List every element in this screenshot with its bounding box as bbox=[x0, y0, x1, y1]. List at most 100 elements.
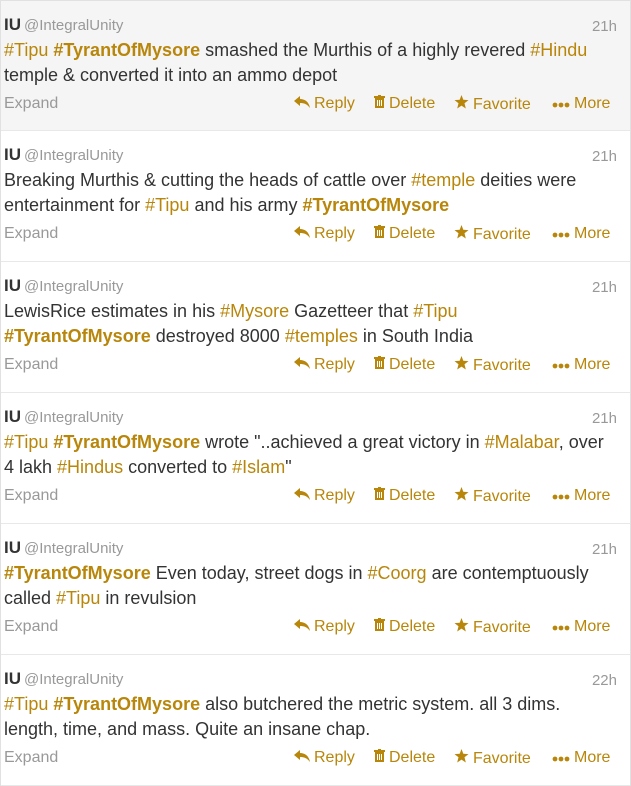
tweet-timestamp[interactable]: 21h bbox=[592, 410, 617, 427]
expand-link[interactable]: Expand bbox=[4, 225, 58, 243]
reply-button[interactable]: Reply bbox=[294, 356, 355, 374]
more-button[interactable]: More bbox=[552, 487, 610, 505]
author-handle[interactable]: @IntegralUnity bbox=[24, 409, 123, 426]
hashtag-link[interactable]: #temples bbox=[285, 326, 358, 346]
favorite-button[interactable]: Favorite bbox=[454, 487, 531, 506]
expand-link[interactable]: Expand bbox=[4, 487, 58, 505]
tweet-text-segment: wrote "..achieved a great victory in bbox=[200, 432, 485, 452]
author-handle[interactable]: @IntegralUnity bbox=[24, 671, 123, 688]
tweet-header: IU @IntegralUnity bbox=[4, 145, 123, 167]
tweet-timestamp[interactable]: 21h bbox=[592, 148, 617, 165]
hashtag-link[interactable]: #Tipu bbox=[56, 588, 100, 608]
author-name[interactable]: IU bbox=[4, 15, 21, 34]
tweet-item[interactable]: IU @IntegralUnity 21h #TyrantOfMysore Even … bbox=[1, 524, 630, 655]
hashtag-link[interactable]: #Islam bbox=[232, 457, 285, 477]
hashtag-link[interactable]: #Tipu bbox=[4, 694, 48, 714]
reply-button[interactable]: Reply bbox=[294, 487, 355, 505]
tweet-item[interactable]: IU @IntegralUnity 21h #Tipu #TyrantOfMysore… bbox=[1, 393, 630, 524]
tweet-text: LewisRice estimates in his #Mysore Gazet… bbox=[4, 299, 604, 349]
favorite-label: Favorite bbox=[473, 488, 531, 505]
hashtag-link[interactable]: #Mysore bbox=[220, 301, 289, 321]
reply-button[interactable]: Reply bbox=[294, 95, 355, 113]
author-handle[interactable]: @IntegralUnity bbox=[24, 147, 123, 164]
hashtag-link[interactable]: #Tipu bbox=[413, 301, 457, 321]
expand-link[interactable]: Expand bbox=[4, 356, 58, 374]
reply-button[interactable]: Reply bbox=[294, 749, 355, 767]
author-handle[interactable]: @IntegralUnity bbox=[24, 17, 123, 34]
more-button[interactable]: More bbox=[552, 225, 610, 243]
reply-button[interactable]: Reply bbox=[294, 618, 355, 636]
hashtag-link[interactable]: #TyrantOfMysore bbox=[4, 326, 151, 346]
author-name[interactable]: IU bbox=[4, 145, 21, 164]
tweet-text-segment: in revulsion bbox=[100, 588, 197, 608]
tweet-timestamp[interactable]: 21h bbox=[592, 279, 617, 296]
more-button[interactable]: More bbox=[552, 356, 610, 374]
more-button[interactable]: More bbox=[552, 618, 610, 636]
reply-button[interactable]: Reply bbox=[294, 225, 355, 243]
favorite-button[interactable]: Favorite bbox=[454, 618, 531, 637]
hashtag-link[interactable]: #Tipu bbox=[4, 432, 48, 452]
hashtag-link[interactable]: #Coorg bbox=[368, 563, 427, 583]
reply-label: Reply bbox=[314, 225, 355, 242]
trash-icon bbox=[374, 95, 385, 111]
tweet-text: #TyrantOfMysore Even today, street dogs … bbox=[4, 561, 604, 611]
tweet-text: Breaking Murthis & cutting the heads of … bbox=[4, 168, 604, 218]
hashtag-link[interactable]: #Tipu bbox=[145, 195, 189, 215]
delete-button[interactable]: Delete bbox=[374, 95, 435, 113]
author-handle[interactable]: @IntegralUnity bbox=[24, 278, 123, 295]
author-handle[interactable]: @IntegralUnity bbox=[24, 540, 123, 557]
tweet-text-segment: LewisRice estimates in his bbox=[4, 301, 221, 321]
favorite-button[interactable]: Favorite bbox=[454, 749, 531, 768]
favorite-button[interactable]: Favorite bbox=[454, 95, 531, 114]
tweet-item[interactable]: IU @IntegralUnity 22h #Tipu #TyrantOfMysore… bbox=[1, 655, 630, 786]
favorite-button[interactable]: Favorite bbox=[454, 225, 531, 244]
star-icon bbox=[454, 487, 469, 506]
author-name[interactable]: IU bbox=[4, 538, 21, 557]
hashtag-link[interactable]: #Hindus bbox=[57, 457, 123, 477]
tweet-actions: Expand Reply Delete Favorite More bbox=[4, 356, 615, 378]
author-name[interactable]: IU bbox=[4, 669, 21, 688]
hashtag-link[interactable]: #Tipu bbox=[4, 40, 48, 60]
tweet-item[interactable]: IU @IntegralUnity 21h LewisRice estimates i… bbox=[1, 262, 630, 393]
hashtag-link[interactable]: #TyrantOfMysore bbox=[4, 563, 151, 583]
favorite-label: Favorite bbox=[473, 357, 531, 374]
more-label: More bbox=[574, 95, 611, 112]
hashtag-link[interactable]: #TyrantOfMysore bbox=[53, 40, 200, 60]
tweet-header: IU @IntegralUnity bbox=[4, 15, 123, 37]
hashtag-link[interactable]: #TyrantOfMysore bbox=[302, 195, 449, 215]
tweet-item[interactable]: IU @IntegralUnity 21h Breaking Murthis & cu… bbox=[1, 131, 630, 262]
hashtag-link[interactable]: #Malabar bbox=[485, 432, 559, 452]
favorite-button[interactable]: Favorite bbox=[454, 356, 531, 375]
hashtag-link[interactable]: #Hindu bbox=[530, 40, 587, 60]
reply-label: Reply bbox=[314, 618, 355, 635]
tweet-text-segment: Even today, street dogs in bbox=[150, 563, 368, 583]
expand-link[interactable]: Expand bbox=[4, 95, 58, 113]
author-name[interactable]: IU bbox=[4, 407, 21, 426]
delete-button[interactable]: Delete bbox=[374, 618, 435, 636]
delete-label: Delete bbox=[389, 356, 436, 373]
more-label: More bbox=[574, 225, 611, 242]
hashtag-link[interactable]: #TyrantOfMysore bbox=[53, 432, 200, 452]
tweet-item[interactable]: IU @IntegralUnity 21h #Tipu #TyrantOfMysore… bbox=[1, 1, 630, 131]
delete-button[interactable]: Delete bbox=[374, 356, 435, 374]
star-icon bbox=[454, 618, 469, 637]
tweet-timestamp[interactable]: 21h bbox=[592, 18, 617, 35]
tweet-text-segment: " bbox=[285, 457, 292, 477]
trash-icon bbox=[374, 618, 385, 634]
expand-link[interactable]: Expand bbox=[4, 749, 58, 767]
reply-label: Reply bbox=[314, 487, 355, 504]
delete-button[interactable]: Delete bbox=[374, 749, 435, 767]
tweet-timestamp[interactable]: 21h bbox=[592, 541, 617, 558]
favorite-label: Favorite bbox=[473, 750, 531, 767]
tweet-text-segment: and his army bbox=[189, 195, 303, 215]
tweet-timestamp[interactable]: 22h bbox=[592, 672, 617, 689]
hashtag-link[interactable]: #temple bbox=[411, 170, 475, 190]
expand-link[interactable]: Expand bbox=[4, 618, 58, 636]
delete-button[interactable]: Delete bbox=[374, 225, 435, 243]
author-name[interactable]: IU bbox=[4, 276, 21, 295]
delete-button[interactable]: Delete bbox=[374, 487, 435, 505]
reply-label: Reply bbox=[314, 95, 355, 112]
more-button[interactable]: More bbox=[552, 749, 610, 767]
more-button[interactable]: More bbox=[552, 95, 610, 113]
hashtag-link[interactable]: #TyrantOfMysore bbox=[53, 694, 200, 714]
